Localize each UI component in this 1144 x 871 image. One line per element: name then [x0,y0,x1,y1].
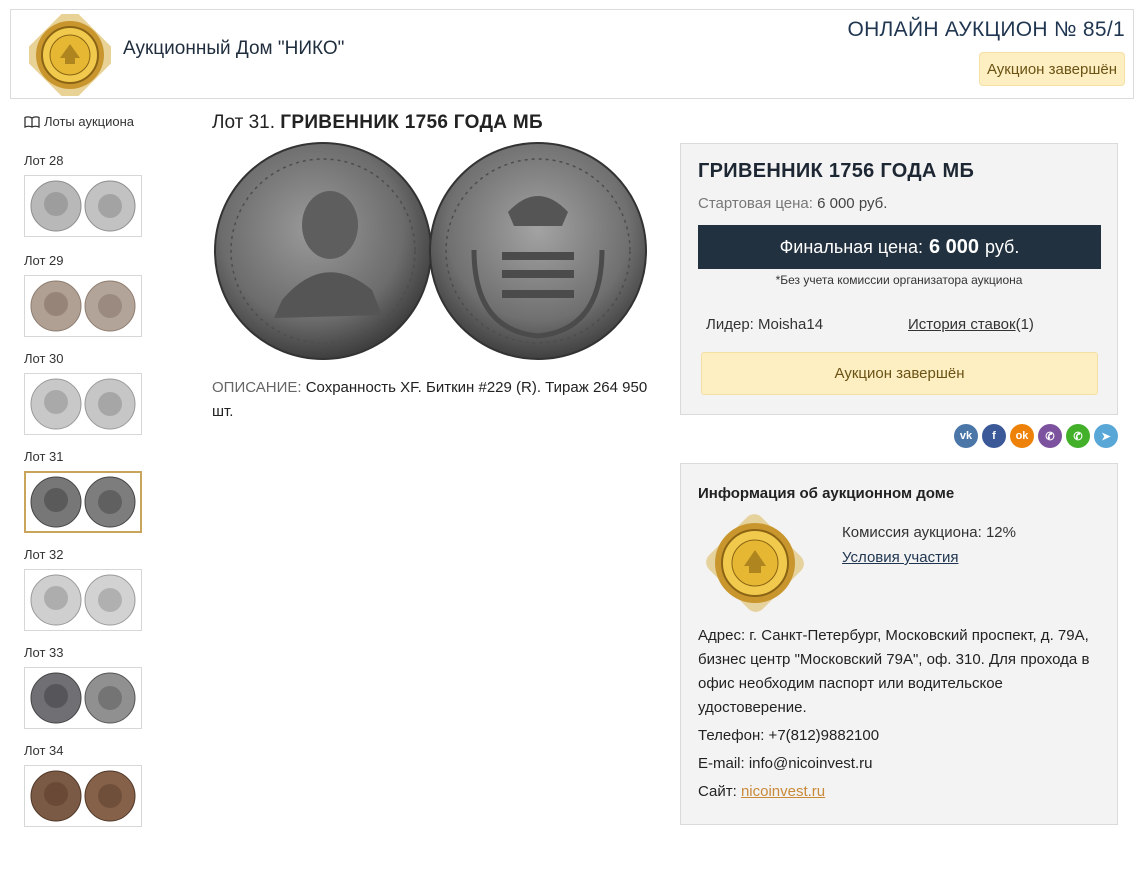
lots-list-link-label: Лоты аукциона [44,114,135,129]
sidebar-lot-34[interactable]: Лот 34 [24,743,154,827]
brand-name[interactable]: Аукционный Дом "НИКО" [123,38,344,60]
share-buttons: vk f ok ✆ ✆ ➤ [954,424,1118,448]
vk-icon[interactable]: vk [954,424,978,448]
lot-label: Лот 30 [24,351,64,366]
lot-thumbnail[interactable] [24,569,142,631]
auction-house-logo-large [705,514,805,612]
start-price: Стартовая цена: 6 000 руб. [698,195,887,212]
lot-label: Лот 33 [24,645,64,660]
final-price-bar: Финальная цена: 6 000 руб. [698,225,1101,269]
auction-commission: Комиссия аукциона: 12% [842,524,1016,541]
vk-glyph: vk [959,430,973,442]
lot-label: Лот 28 [24,153,64,168]
bid-history-link[interactable]: История ставок [908,316,1016,333]
email: E-mail: info@nicoinvest.ru [698,755,873,772]
lot-label: Лот 34 [24,743,64,758]
site-header: Аукционный Дом "НИКО" ОНЛАЙН АУКЦИОН № 8… [10,9,1134,101]
address: Адрес: г. Санкт-Петербург, Московский пр… [698,627,1090,716]
odnoklassniki-glyph: ok [1015,430,1029,442]
website-label: Сайт: [698,783,737,800]
lot-thumbnail[interactable] [24,275,142,337]
telegram-icon[interactable]: ➤ [1094,424,1118,448]
whatsapp-glyph: ✆ [1073,430,1083,443]
lot-number: Лот 31. [212,112,276,133]
whatsapp-icon[interactable]: ✆ [1066,424,1090,448]
auction-status-panel: Аукцион завершён [701,352,1098,395]
lot-thumbnail-active[interactable] [24,471,142,533]
lots-list-link[interactable]: Лоты аукциона [24,114,154,129]
viber-icon[interactable]: ✆ [1038,424,1062,448]
final-price-label: Финальная цена: [779,236,923,257]
sidebar-lot-30[interactable]: Лот 30 [24,351,154,435]
sidebar-lot-33[interactable]: Лот 33 [24,645,154,729]
lot-label: Лот 32 [24,547,64,562]
facebook-icon[interactable]: f [982,424,1006,448]
website: Сайт: nicoinvest.ru [698,783,825,800]
facebook-glyph: f [992,430,996,442]
book-icon [24,115,40,128]
commission-note: *Без учета комиссии организатора аукцион… [775,273,1023,287]
sidebar-lot-31[interactable]: Лот 31 [24,449,154,533]
auction-title: ОНЛАЙН АУКЦИОН № 85/1 [847,18,1125,41]
panel-lot-title: ГРИВЕННИК 1756 ГОДА МБ [698,160,975,182]
lots-sidebar: Лоты аукциона Лот 28 Лот 29 Лот 30 Лот 3… [24,114,154,827]
info-title: Информация об аукционном доме [698,485,955,502]
phone: Телефон: +7(812)9882100 [698,727,880,744]
start-price-label: Стартовая цена: [698,195,813,212]
final-price-currency: руб. [985,236,1020,257]
lot-main-image[interactable] [212,140,652,362]
lot-title: ГРИВЕННИК 1756 ГОДА МБ [280,112,543,133]
auction-house-logo[interactable] [24,9,116,101]
lot-label: Лот 29 [24,253,64,268]
lot-thumbnail[interactable] [24,667,142,729]
bid-history-count: (1) [1015,316,1034,333]
sidebar-lot-28[interactable]: Лот 28 [24,153,154,237]
auction-house-info: Информация об аукционном доме Комиссия а… [680,463,1118,825]
viber-glyph: ✆ [1045,430,1055,443]
lot-thumbnail[interactable] [24,175,142,237]
sidebar-lot-29[interactable]: Лот 29 [24,253,154,337]
lot-thumbnail[interactable] [24,765,142,827]
lot-label: Лот 31 [24,449,64,464]
start-price-value: 6 000 руб. [817,195,888,212]
participation-terms-link[interactable]: Условия участия [842,549,958,566]
website-link[interactable]: nicoinvest.ru [741,783,825,800]
auction-status-badge: Аукцион завершён [978,52,1125,86]
final-price-value: 6 000 [928,235,980,258]
odnoklassniki-icon[interactable]: ok [1010,424,1034,448]
price-panel: ГРИВЕННИК 1756 ГОДА МБ Стартовая цена: 6… [680,143,1118,415]
bid-history: История ставок(1) [908,316,1034,333]
lot-description: ОПИСАНИЕ: Сохранность XF. Биткин #229 (R… [212,376,652,424]
lot-heading: Лот 31. ГРИВЕННИК 1756 ГОДА МБ [212,112,543,134]
sidebar-lot-32[interactable]: Лот 32 [24,547,154,631]
leader: Лидер: Moisha14 [706,316,824,333]
lot-thumbnail[interactable] [24,373,142,435]
telegram-glyph: ➤ [1101,430,1111,443]
description-key: ОПИСАНИЕ: [212,379,302,396]
participation-terms: Условия участия [842,549,958,566]
